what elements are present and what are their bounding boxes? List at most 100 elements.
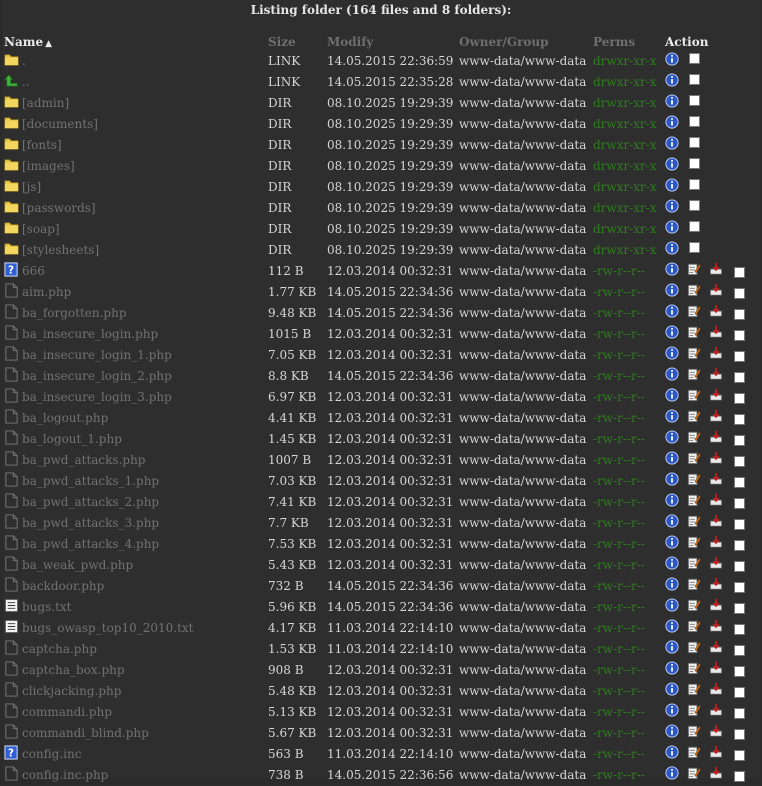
- file-name-link[interactable]: [stylesheets]: [22, 243, 99, 257]
- file-name-link[interactable]: clickjacking.php: [22, 684, 121, 698]
- download-icon[interactable]: [709, 640, 723, 654]
- info-icon[interactable]: [665, 577, 679, 591]
- folder-icon[interactable]: [4, 136, 19, 151]
- file-name-link[interactable]: ba_pwd_attacks_2.php: [22, 495, 159, 509]
- info-icon[interactable]: [665, 157, 679, 171]
- info-icon[interactable]: [665, 451, 679, 465]
- download-icon[interactable]: [709, 409, 723, 423]
- select-checkbox[interactable]: [689, 158, 700, 169]
- info-icon[interactable]: [665, 640, 679, 654]
- modify-column-header[interactable]: Modify: [327, 35, 373, 49]
- php-file-icon[interactable]: [4, 640, 19, 655]
- file-name-link[interactable]: captcha_box.php: [22, 663, 125, 677]
- file-name-link[interactable]: ba_pwd_attacks_1.php: [22, 474, 159, 488]
- folder-icon[interactable]: [4, 94, 19, 109]
- select-checkbox[interactable]: [734, 750, 745, 761]
- file-name-link[interactable]: backdoor.php: [22, 579, 104, 593]
- select-checkbox[interactable]: [689, 179, 700, 190]
- parent-folder-icon[interactable]: [4, 73, 19, 88]
- php-file-icon[interactable]: [4, 325, 19, 340]
- edit-icon[interactable]: [687, 346, 701, 360]
- file-name-link[interactable]: [admin]: [22, 96, 69, 110]
- info-icon[interactable]: [665, 199, 679, 213]
- file-name-link[interactable]: commandi.php: [22, 705, 112, 719]
- download-icon[interactable]: [709, 367, 723, 381]
- php-file-icon[interactable]: [4, 367, 19, 382]
- info-icon[interactable]: [665, 472, 679, 486]
- file-name-link[interactable]: ba_insecure_login_3.php: [22, 390, 172, 404]
- info-icon[interactable]: [665, 493, 679, 507]
- select-checkbox[interactable]: [734, 687, 745, 698]
- file-name-link[interactable]: aim.php: [22, 285, 71, 299]
- edit-icon[interactable]: [687, 262, 701, 276]
- folder-icon[interactable]: [4, 220, 19, 235]
- select-checkbox[interactable]: [734, 561, 745, 572]
- php-file-icon[interactable]: [4, 556, 19, 571]
- php-file-icon[interactable]: [4, 766, 19, 781]
- php-file-icon[interactable]: [4, 346, 19, 361]
- select-checkbox[interactable]: [734, 708, 745, 719]
- select-checkbox[interactable]: [734, 645, 745, 656]
- file-name-link[interactable]: ..: [22, 75, 30, 89]
- file-name-link[interactable]: ba_insecure_login.php: [22, 327, 158, 341]
- info-icon[interactable]: [665, 703, 679, 717]
- info-icon[interactable]: [665, 94, 679, 108]
- edit-icon[interactable]: [687, 703, 701, 717]
- edit-icon[interactable]: [687, 493, 701, 507]
- select-checkbox[interactable]: [734, 372, 745, 383]
- file-name-link[interactable]: [passwords]: [22, 201, 96, 215]
- select-checkbox[interactable]: [734, 666, 745, 677]
- download-icon[interactable]: [709, 577, 723, 591]
- download-icon[interactable]: [709, 451, 723, 465]
- info-icon[interactable]: [665, 430, 679, 444]
- php-file-icon[interactable]: [4, 703, 19, 718]
- select-checkbox[interactable]: [689, 53, 700, 64]
- php-file-icon[interactable]: [4, 430, 19, 445]
- php-file-icon[interactable]: [4, 283, 19, 298]
- file-name-link[interactable]: ba_pwd_attacks_4.php: [22, 537, 159, 551]
- file-name-link[interactable]: config.inc: [22, 747, 81, 761]
- info-icon[interactable]: [665, 514, 679, 528]
- edit-icon[interactable]: [687, 745, 701, 759]
- select-checkbox[interactable]: [734, 288, 745, 299]
- info-icon[interactable]: [665, 556, 679, 570]
- info-icon[interactable]: [665, 136, 679, 150]
- php-file-icon[interactable]: [4, 577, 19, 592]
- info-icon[interactable]: [665, 535, 679, 549]
- owner-column-header[interactable]: Owner/Group: [459, 35, 549, 49]
- name-column-header[interactable]: Name ▲: [4, 35, 52, 49]
- info-icon[interactable]: [665, 262, 679, 276]
- download-icon[interactable]: [709, 682, 723, 696]
- file-name-link[interactable]: bugs.txt: [22, 600, 71, 614]
- info-icon[interactable]: [665, 724, 679, 738]
- php-file-icon[interactable]: [4, 472, 19, 487]
- size-column-header[interactable]: Size: [268, 35, 296, 49]
- select-checkbox[interactable]: [734, 498, 745, 509]
- php-file-icon[interactable]: [4, 304, 19, 319]
- folder-icon[interactable]: [4, 199, 19, 214]
- download-icon[interactable]: [709, 556, 723, 570]
- select-checkbox[interactable]: [689, 242, 700, 253]
- edit-icon[interactable]: [687, 535, 701, 549]
- file-name-link[interactable]: ba_logout.php: [22, 411, 108, 425]
- edit-icon[interactable]: [687, 598, 701, 612]
- select-checkbox[interactable]: [689, 74, 700, 85]
- download-icon[interactable]: [709, 745, 723, 759]
- select-checkbox[interactable]: [734, 519, 745, 530]
- select-checkbox[interactable]: [689, 200, 700, 211]
- file-name-link[interactable]: ba_insecure_login_2.php: [22, 369, 172, 383]
- file-name-link[interactable]: ba_forgotten.php: [22, 306, 127, 320]
- edit-icon[interactable]: [687, 556, 701, 570]
- unknown-file-icon[interactable]: ?: [4, 745, 19, 760]
- download-icon[interactable]: [709, 388, 723, 402]
- info-icon[interactable]: [665, 409, 679, 423]
- info-icon[interactable]: [665, 661, 679, 675]
- select-checkbox[interactable]: [734, 435, 745, 446]
- download-icon[interactable]: [709, 724, 723, 738]
- file-name-link[interactable]: [documents]: [22, 117, 98, 131]
- file-name-link[interactable]: 666: [22, 264, 45, 278]
- edit-icon[interactable]: [687, 388, 701, 402]
- download-icon[interactable]: [709, 430, 723, 444]
- perms-column-header[interactable]: Perms: [593, 35, 635, 49]
- info-icon[interactable]: [665, 304, 679, 318]
